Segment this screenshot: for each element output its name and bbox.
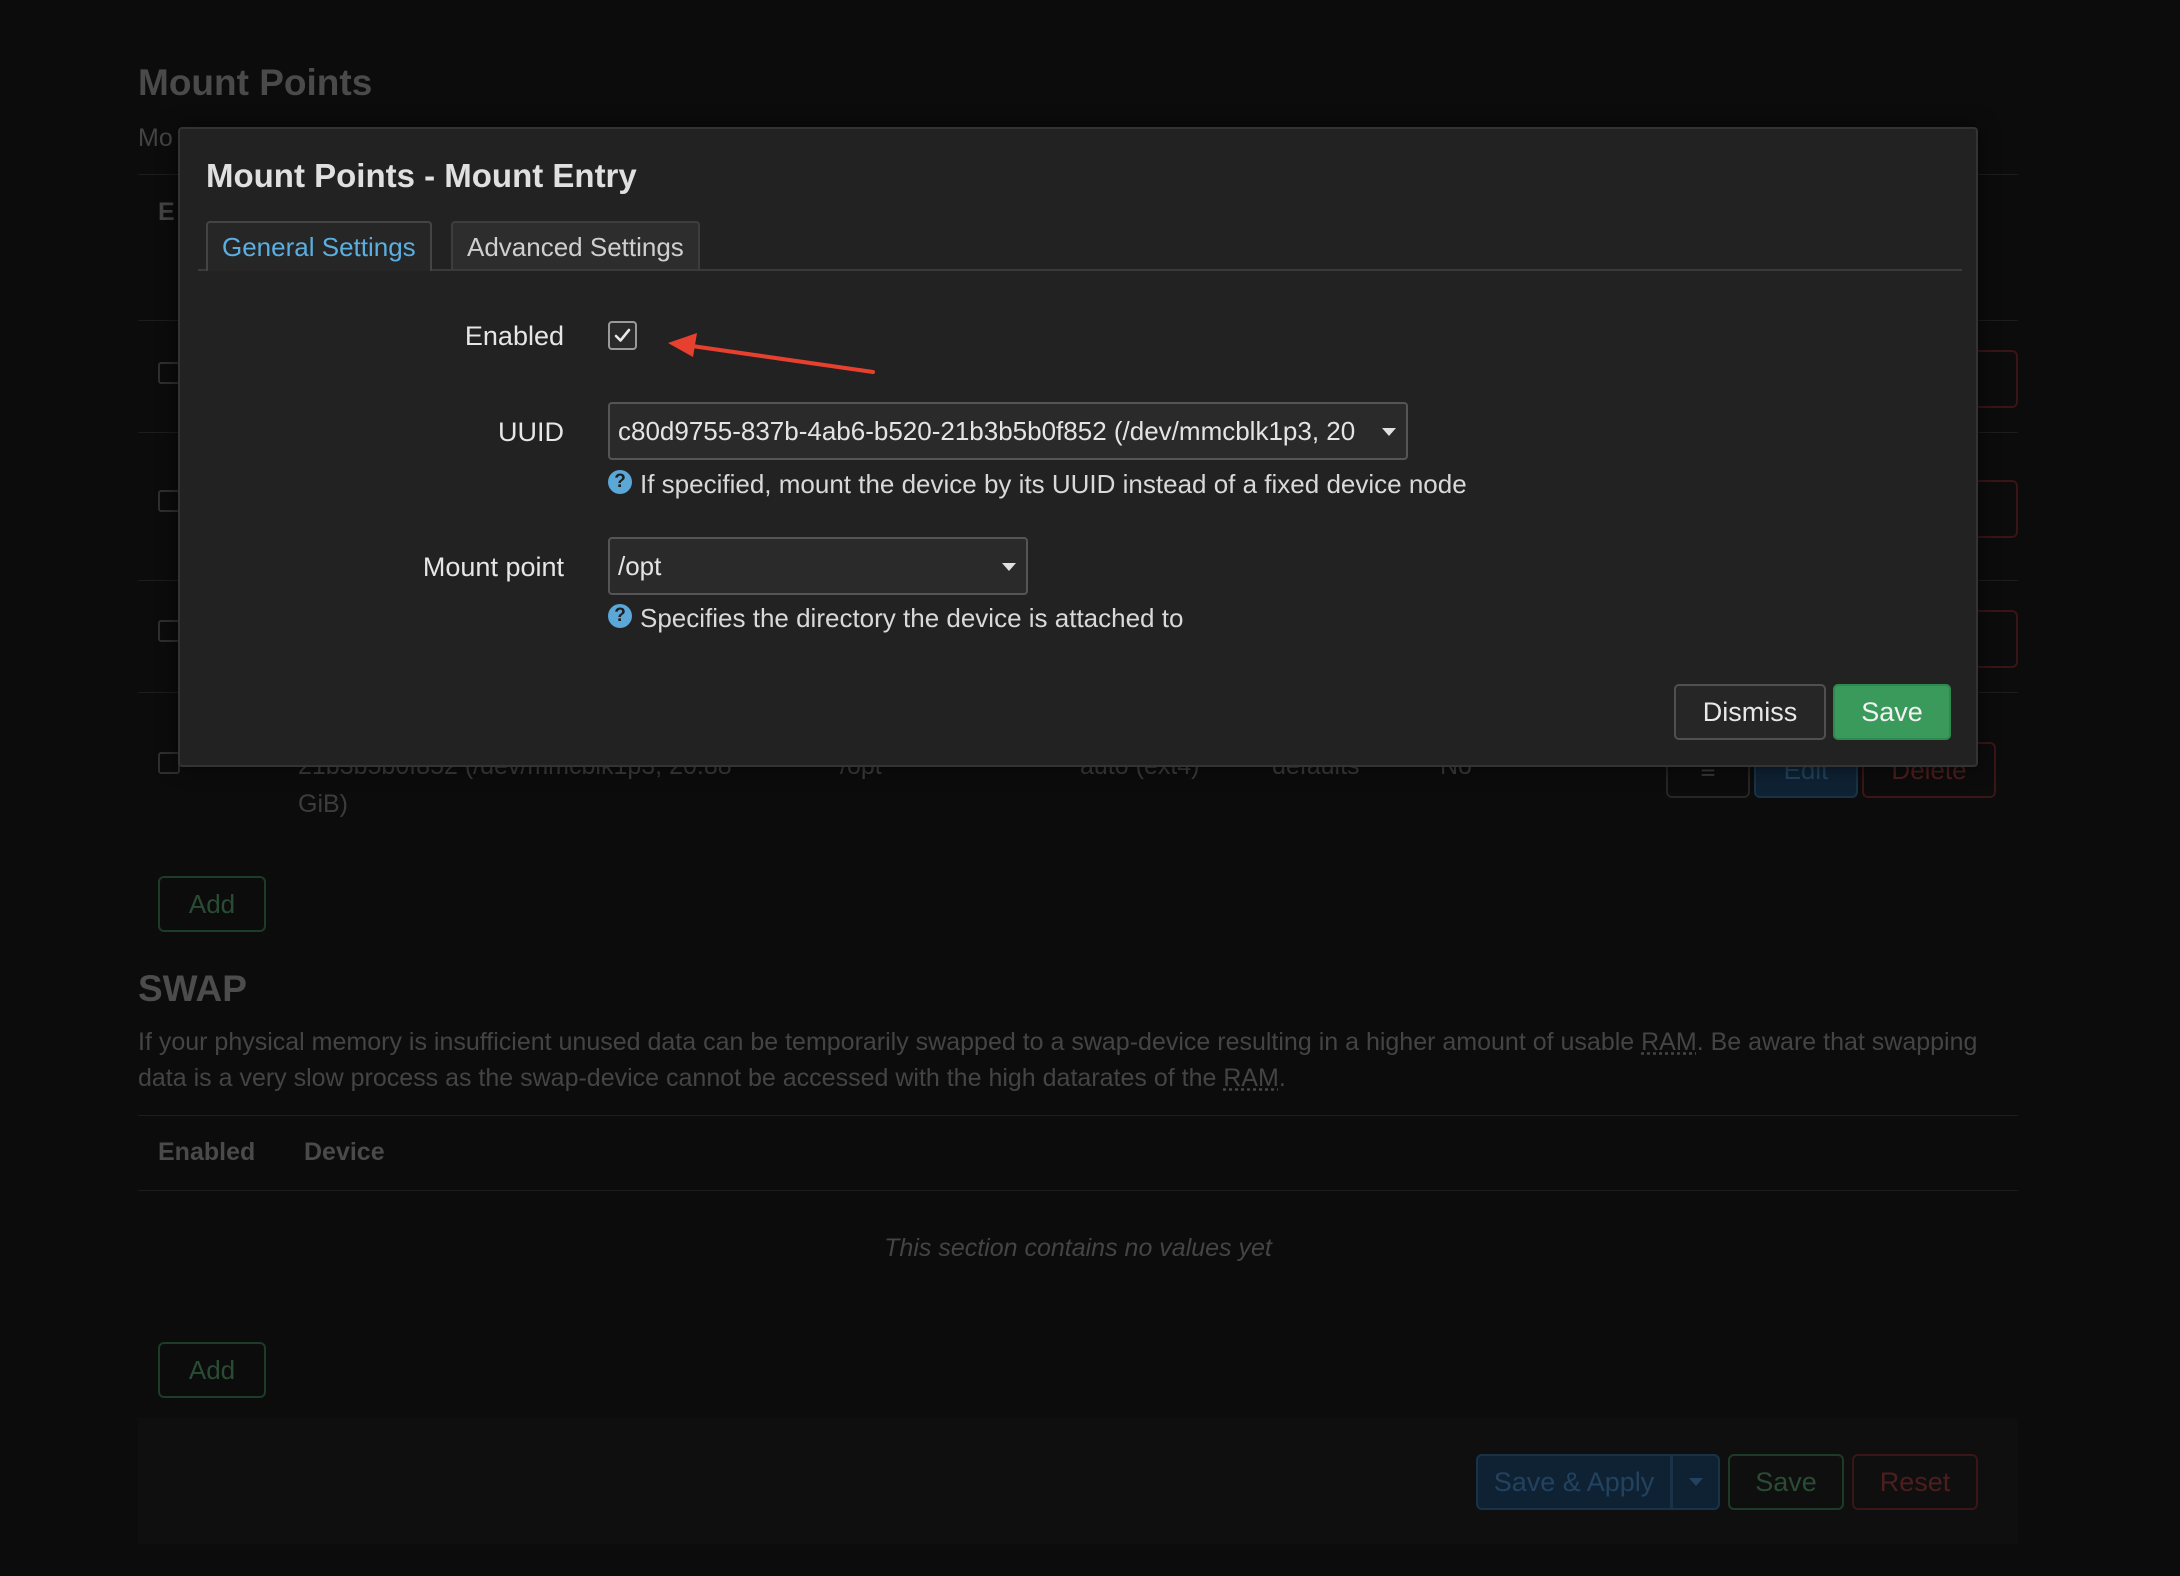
uuid-label: UUID bbox=[498, 417, 564, 447]
tab-general-settings[interactable]: General Settings bbox=[206, 221, 432, 271]
table-header-enabled: E bbox=[158, 198, 175, 226]
mount-point-label: Mount point bbox=[422, 552, 564, 582]
help-icon: ? bbox=[608, 603, 632, 628]
page: Mount Points Mo E 21b3b5b0f852 (/dev/mmc… bbox=[0, 0, 2180, 1576]
swap-table-header: Enabled Device bbox=[138, 1115, 2018, 1191]
swap-title: SWAP bbox=[138, 968, 247, 1009]
save-button[interactable]: Save bbox=[1833, 684, 1951, 740]
footer-save-button[interactable]: Save bbox=[1728, 1454, 1844, 1510]
swap-empty-message: This section contains no values yet bbox=[884, 1234, 1272, 1262]
footer-reset-button[interactable]: Reset bbox=[1852, 1454, 1978, 1510]
modal-title: Mount Points - Mount Entry bbox=[206, 157, 637, 194]
mount-entry-modal: Mount Points - Mount Entry General Setti… bbox=[178, 127, 1978, 767]
save-apply-dropdown-button[interactable] bbox=[1672, 1454, 1720, 1510]
row-delete-button[interactable] bbox=[1978, 480, 2018, 538]
mount-point-help: ? Specifies the directory the device is … bbox=[608, 603, 1183, 634]
row-enabled-checkbox[interactable] bbox=[158, 362, 180, 384]
chevron-down-icon bbox=[1688, 1478, 1703, 1486]
row-enabled-checkbox[interactable] bbox=[158, 752, 180, 774]
swap-col-enabled: Enabled bbox=[158, 1138, 256, 1166]
mount-point-help-text: Specifies the directory the device is at… bbox=[640, 603, 1184, 633]
tab-advanced-settings[interactable]: Advanced Settings bbox=[451, 221, 700, 269]
dismiss-button[interactable]: Dismiss bbox=[1674, 684, 1826, 740]
uuid-select[interactable]: c80d9755-837b-4ab6-b520-21b3b5b0f852 (/d… bbox=[608, 402, 1408, 460]
add-swap-button[interactable]: Add bbox=[158, 1342, 266, 1398]
ram-abbr: RAM bbox=[1223, 1064, 1279, 1092]
modal-tabs: General Settings Advanced Settings bbox=[198, 221, 1962, 271]
row-delete-button[interactable] bbox=[1978, 610, 2018, 668]
enabled-label: Enabled bbox=[464, 321, 564, 351]
checkmark-icon bbox=[614, 328, 631, 342]
chevron-down-icon bbox=[1002, 563, 1016, 571]
help-icon: ? bbox=[608, 469, 632, 494]
swap-description: If your physical memory is insufficient … bbox=[138, 1028, 1978, 1092]
row-enabled-checkbox[interactable] bbox=[158, 490, 180, 512]
save-apply-button[interactable]: Save & Apply bbox=[1476, 1454, 1672, 1510]
row-delete-button[interactable] bbox=[1978, 350, 2018, 408]
enabled-checkbox[interactable] bbox=[608, 321, 637, 350]
chevron-down-icon bbox=[1382, 428, 1396, 436]
row-enabled-checkbox[interactable] bbox=[158, 620, 180, 642]
add-mount-button[interactable]: Add bbox=[158, 876, 266, 932]
uuid-select-value: c80d9755-837b-4ab6-b520-21b3b5b0f852 (/d… bbox=[618, 416, 1356, 446]
mount-point-select[interactable]: /opt bbox=[608, 537, 1028, 595]
ram-abbr: RAM bbox=[1641, 1028, 1697, 1056]
row-uuid-size: GiB) bbox=[298, 790, 348, 818]
uuid-help-text: If specified, mount the device by its UU… bbox=[640, 469, 1467, 499]
section-description: Mo bbox=[138, 124, 173, 152]
mount-point-select-value: /opt bbox=[618, 551, 662, 581]
swap-col-device: Device bbox=[304, 1138, 385, 1166]
uuid-help: ? If specified, mount the device by its … bbox=[608, 469, 1467, 500]
section-title: Mount Points bbox=[138, 62, 373, 103]
